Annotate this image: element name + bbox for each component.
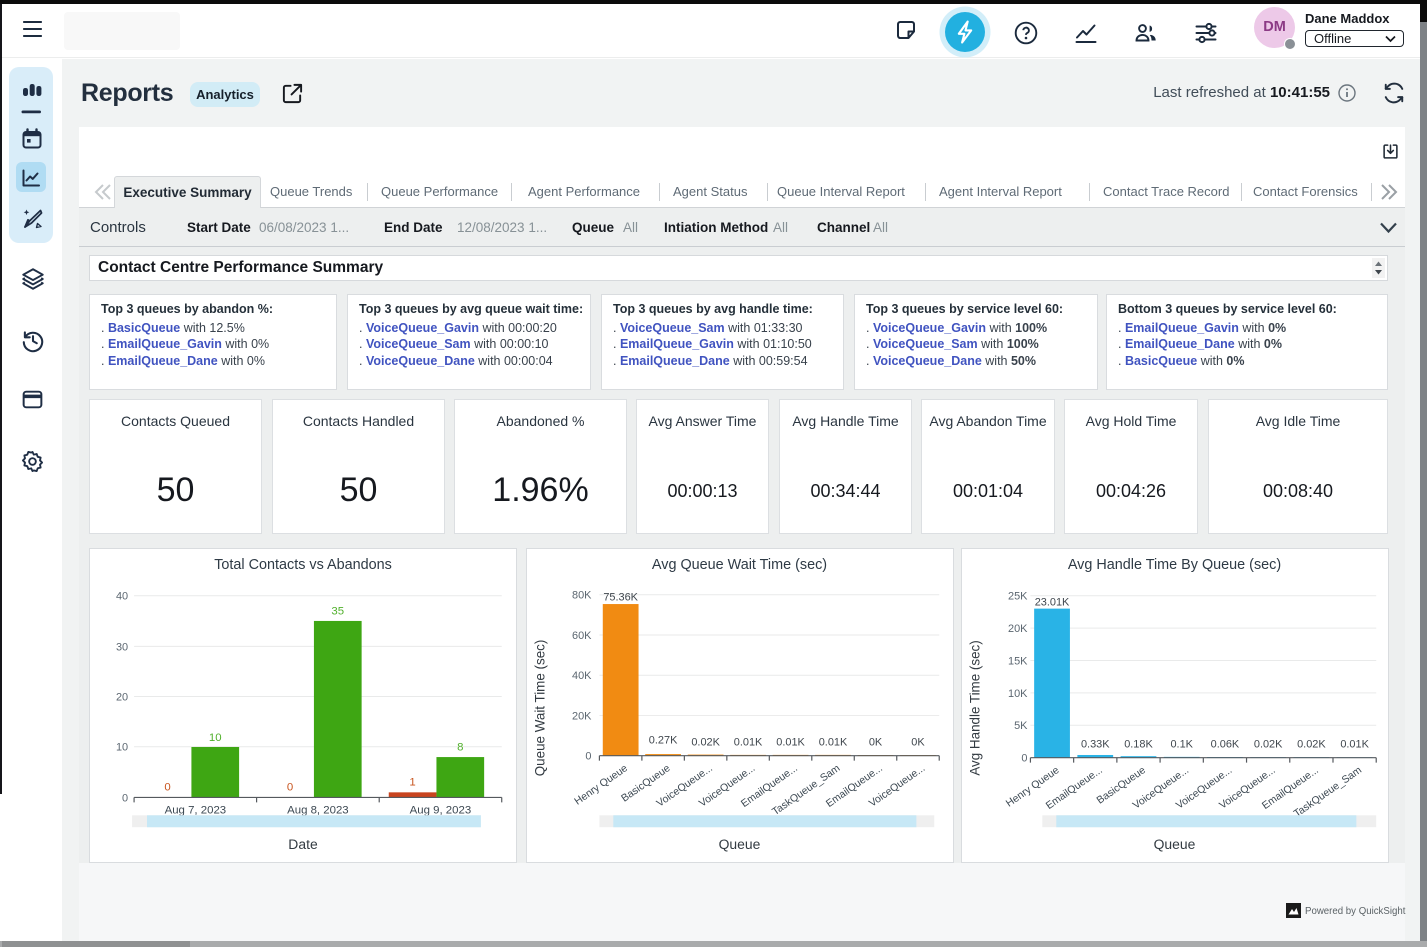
- svg-text:Avg Handle Time By Queue (sec): Avg Handle Time By Queue (sec): [1068, 557, 1281, 573]
- svg-text:Avg Queue Wait Time (sec): Avg Queue Wait Time (sec): [652, 557, 827, 573]
- svg-text:0.01K: 0.01K: [1340, 739, 1369, 751]
- svg-text:0: 0: [164, 781, 170, 793]
- svg-text:23.01K: 23.01K: [1035, 597, 1070, 609]
- svg-text:Date: Date: [288, 836, 318, 852]
- svg-text:1: 1: [409, 776, 415, 788]
- svg-text:0.01K: 0.01K: [776, 737, 805, 749]
- svg-text:0.02K: 0.02K: [691, 737, 720, 749]
- svg-text:8: 8: [457, 742, 463, 754]
- svg-text:Queue: Queue: [1154, 836, 1196, 852]
- svg-text:15K: 15K: [1008, 655, 1028, 667]
- svg-text:0K: 0K: [869, 737, 883, 749]
- svg-text:0.01K: 0.01K: [819, 737, 848, 749]
- svg-text:60K: 60K: [572, 630, 592, 642]
- svg-text:0.01K: 0.01K: [734, 737, 763, 749]
- svg-text:0.02K: 0.02K: [1254, 739, 1283, 751]
- svg-text:0.33K: 0.33K: [1081, 739, 1110, 751]
- svg-text:0.18K: 0.18K: [1124, 739, 1153, 751]
- svg-text:0.06K: 0.06K: [1211, 739, 1240, 751]
- svg-text:25K: 25K: [1008, 591, 1028, 603]
- svg-text:Aug 7, 2023: Aug 7, 2023: [165, 804, 227, 816]
- svg-text:20K: 20K: [572, 710, 592, 722]
- svg-text:40K: 40K: [572, 670, 592, 682]
- svg-text:0K: 0K: [911, 737, 925, 749]
- svg-text:35: 35: [331, 606, 344, 618]
- svg-text:0: 0: [122, 792, 128, 804]
- svg-text:Total Contacts vs Abandons: Total Contacts vs Abandons: [214, 557, 392, 573]
- svg-text:0.27K: 0.27K: [649, 735, 678, 747]
- svg-text:20: 20: [116, 692, 128, 704]
- svg-text:20K: 20K: [1008, 623, 1028, 635]
- svg-text:Queue Wait Time (sec): Queue Wait Time (sec): [533, 640, 548, 777]
- svg-text:5K: 5K: [1014, 720, 1028, 732]
- svg-text:0: 0: [287, 781, 293, 793]
- svg-text:Aug 9, 2023: Aug 9, 2023: [410, 804, 472, 816]
- svg-text:0: 0: [585, 751, 591, 763]
- svg-text:75.36K: 75.36K: [603, 592, 638, 604]
- svg-text:Queue: Queue: [719, 836, 761, 852]
- svg-text:0.02K: 0.02K: [1297, 739, 1326, 751]
- svg-text:30: 30: [116, 641, 128, 653]
- svg-text:80K: 80K: [572, 590, 592, 602]
- svg-text:Aug 8, 2023: Aug 8, 2023: [287, 804, 349, 816]
- svg-text:Henry Queue: Henry Queue: [573, 763, 630, 808]
- svg-text:40: 40: [116, 591, 128, 603]
- svg-text:10K: 10K: [1008, 688, 1028, 700]
- svg-text:0.1K: 0.1K: [1170, 739, 1193, 751]
- svg-text:0: 0: [1021, 753, 1027, 765]
- svg-text:10: 10: [209, 732, 222, 744]
- svg-text:10: 10: [116, 742, 128, 754]
- svg-text:Avg Handle Time (sec): Avg Handle Time (sec): [968, 640, 983, 775]
